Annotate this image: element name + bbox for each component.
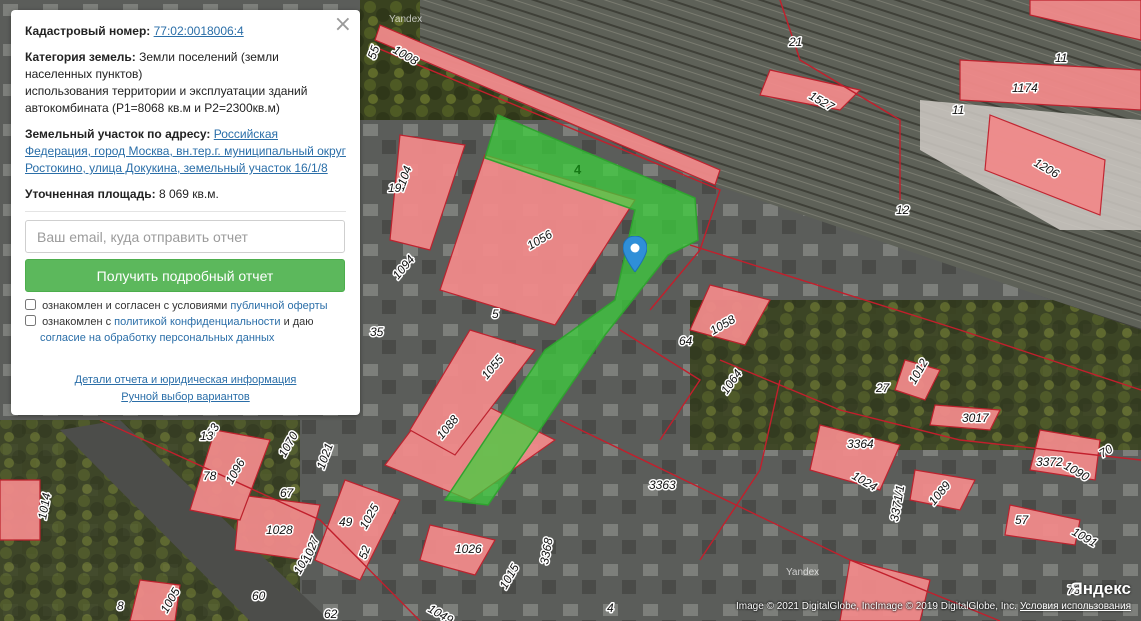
cadastral-row: Кадастровый номер: 77:02:0018006:4 [25,23,346,40]
category-label: Категория земель: [25,50,136,64]
public-offer-link[interactable]: публичной оферты [230,300,327,312]
parcel-label: 11 [952,103,964,117]
usage-text: использования территории и эксплуатации … [25,84,308,115]
parcel-label: 3364 [847,437,874,451]
parcel-info-panel: × Кадастровый номер: 77:02:0018006:4 Кат… [11,10,360,415]
close-icon[interactable]: × [334,13,352,37]
parcel-label: 1026 [455,542,482,556]
area-label: Уточненная площадь: [25,187,156,201]
yandex-logo[interactable]: Яндекс [1071,579,1131,599]
parcel-label: 3372 [1036,455,1063,469]
consent-offer-text: ознакомлен и согласен с условиями [42,300,228,312]
parcel-label: 13 [200,429,214,443]
parcel-label: 64 [679,334,693,348]
divider [25,211,346,212]
cadastral-label: Кадастровый номер: [25,24,151,38]
location-marker-icon[interactable] [623,236,647,272]
consent-offer-checkbox[interactable] [25,299,36,310]
consent-privacy-text: ознакомлен с [42,316,112,328]
cadastral-number-link[interactable]: 77:02:0018006:4 [154,24,244,38]
parcel-label: 12 [896,203,910,217]
parcel-label: 8 [117,599,124,613]
address-row: Земельный участок по адресу: Российская … [25,126,346,177]
building-1014[interactable] [0,479,41,541]
email-input[interactable] [25,220,345,253]
parcel-label: 67 [280,486,295,500]
terms-of-use-link[interactable]: Условия использования [1020,601,1131,612]
parcel-label: 19 [388,181,402,195]
parcel-label: 35 [370,325,384,339]
category-row: Категория земель: Земли поселений (земли… [25,49,346,117]
get-report-button[interactable]: Получить подробный отчет [25,259,345,292]
parcel-label: 27 [875,381,891,395]
privacy-policy-link[interactable]: политикой конфиденциальности [114,316,280,328]
report-details-link[interactable]: Детали отчета и юридическая информация [75,372,297,389]
consent-offer: ознакомлен и согласен с условиями публич… [25,298,346,314]
consents: ознакомлен и согласен с условиями публич… [25,298,346,346]
copyright-right: Image © 2019 DigitalGlobe, Inc. [875,601,1017,612]
parcel-label: 60 [252,589,266,603]
parcel-label: 11 [1055,51,1067,65]
parcel-label: 21 [788,35,802,49]
copyright-left: Image © 2021 DigitalGlobe, Inc. [736,601,878,612]
parcel-label: 5 [492,307,499,321]
parcel-label: 3017 [962,411,990,425]
area-row: Уточненная площадь: 8 069 кв.м. [25,186,346,203]
parcel-number-label: 4 [574,162,582,177]
parcel-label: 1174 [1012,81,1038,95]
map-watermark-2: Yandex [786,567,819,578]
consent-privacy: ознакомлен с политикой конфиденциальност… [25,314,346,346]
parcel-label: 62 [324,607,338,621]
consent-privacy-checkbox[interactable] [25,315,36,326]
area-value: 8 069 кв.м. [158,187,219,201]
parcel-label: 49 [339,515,353,529]
consent-privacy-text-2: и даю [283,316,314,328]
parcel-label: 3363 [649,478,676,492]
parcel-label: 1028 [266,523,293,537]
parcel-label: 57 [1015,513,1030,527]
parcel-label: 4 [607,601,614,615]
footer-links: Детали отчета и юридическая информация Р… [25,372,346,406]
parcel-label: 78 [203,469,217,483]
personal-data-consent-link[interactable]: согласие на обработку персональных данны… [40,332,274,344]
address-label: Земельный участок по адресу: [25,127,211,141]
manual-selection-link[interactable]: Ручной выбор вариантов [121,389,249,406]
map-watermark: Yandex [389,14,422,25]
